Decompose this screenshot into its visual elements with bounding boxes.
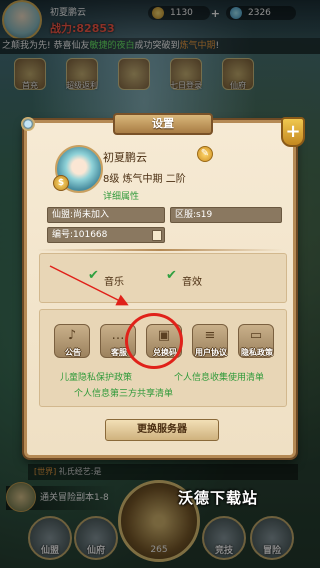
annotation-arrow-icon [49, 265, 129, 306]
